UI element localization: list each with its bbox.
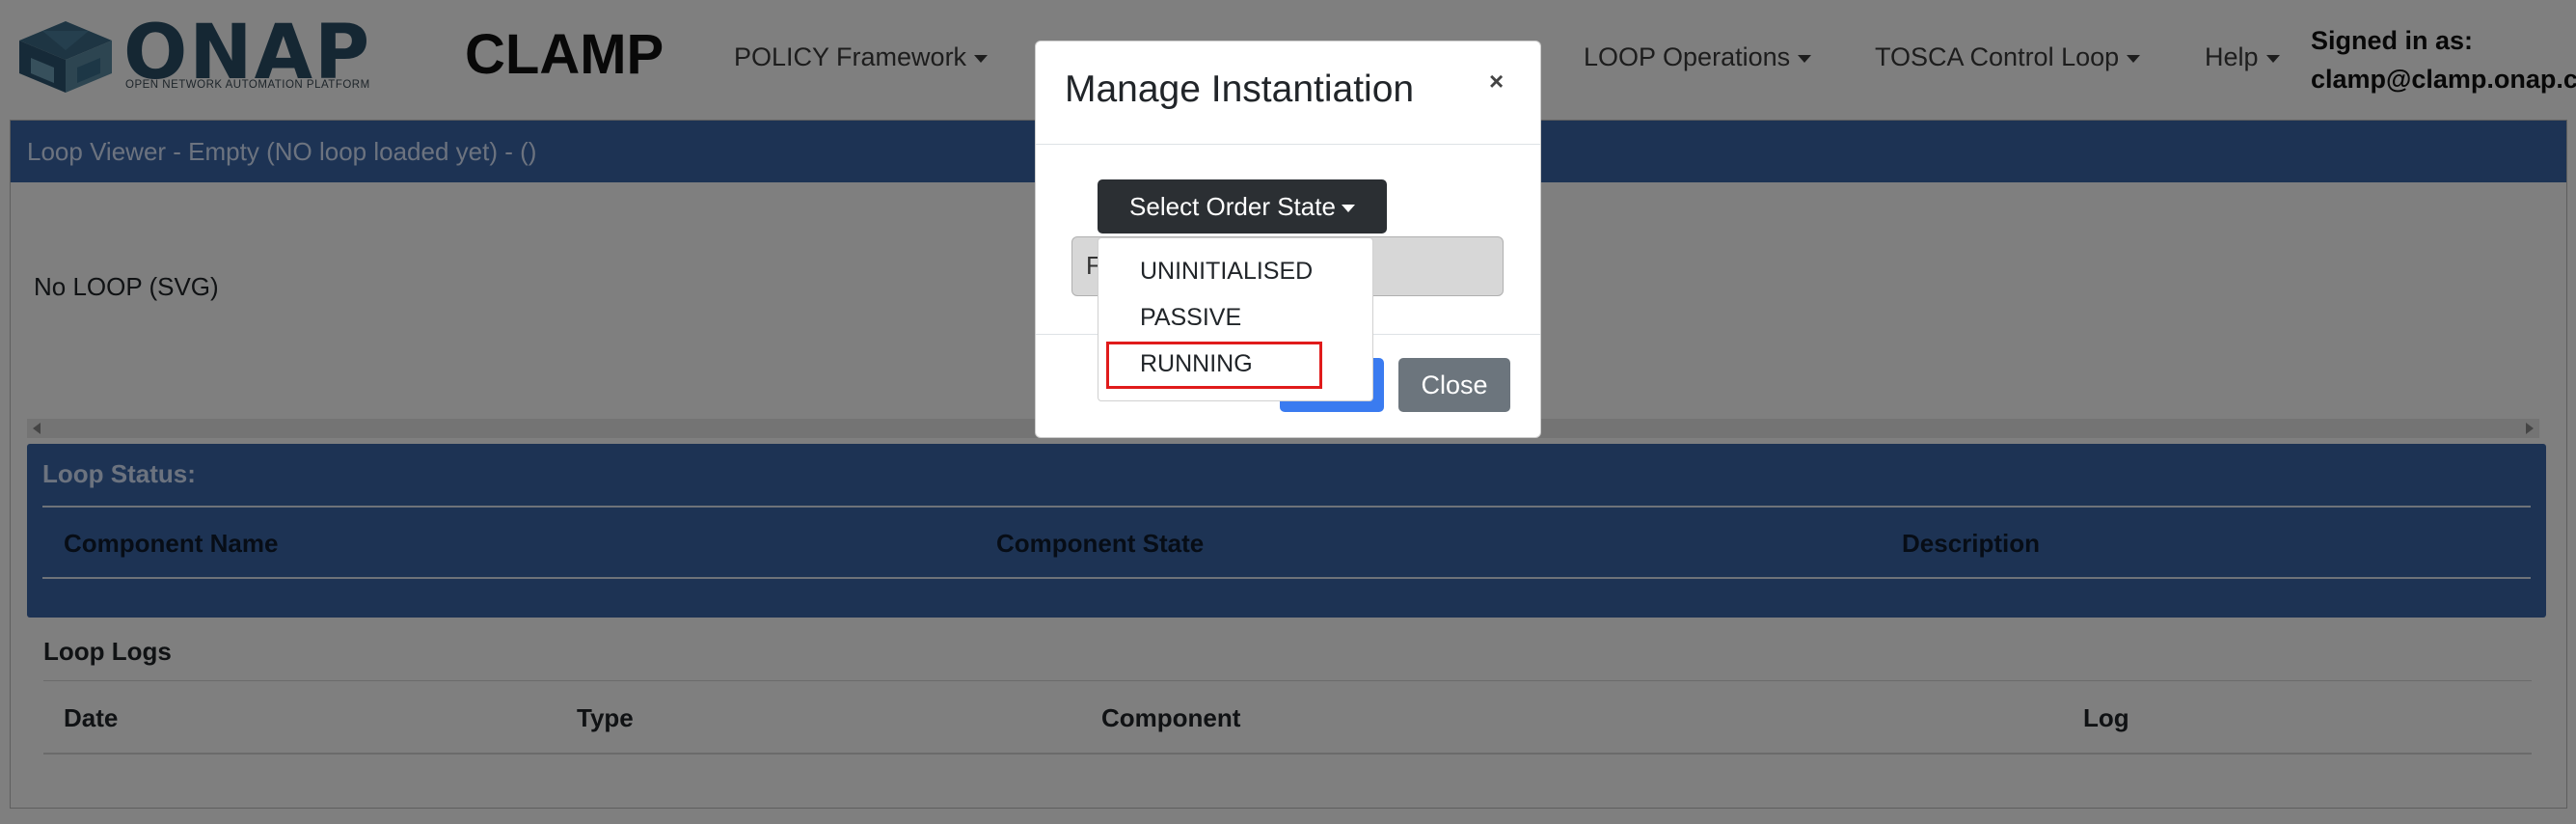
option-passive[interactable]: PASSIVE [1140, 304, 1241, 332]
option-uninitialised[interactable]: UNINITIALISED [1140, 258, 1313, 286]
highlight-box-running [1106, 342, 1322, 389]
manage-instantiation-modal: Manage Instantiation × F Select Order St… [1035, 41, 1541, 438]
modal-title: Manage Instantiation [1065, 69, 1415, 110]
close-button[interactable]: Close [1398, 358, 1510, 412]
modal-header: Manage Instantiation × [1036, 41, 1540, 145]
select-order-state-button[interactable]: Select Order State [1098, 179, 1387, 233]
close-icon[interactable]: × [1489, 67, 1504, 96]
chevron-down-icon [1341, 205, 1355, 213]
select-order-state-label: Select Order State [1129, 192, 1336, 221]
order-state-dropdown: UNINITIALISED PASSIVE RUNNING [1098, 237, 1373, 401]
